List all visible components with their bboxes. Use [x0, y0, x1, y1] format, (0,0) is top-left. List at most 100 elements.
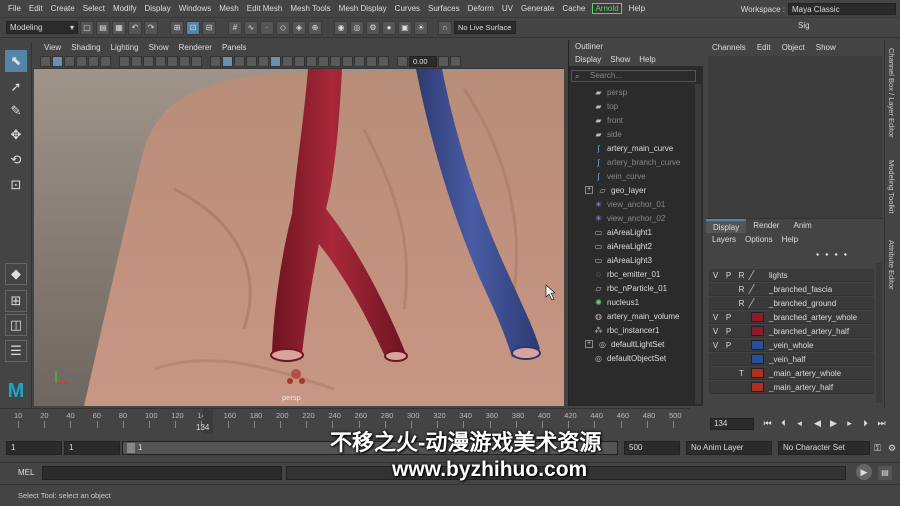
playback-start-field[interactable]: 1 [64, 441, 120, 455]
outliner-scrollbar[interactable] [695, 84, 701, 404]
layer-row[interactable]: V P Rlights [709, 269, 874, 282]
viewport-menu-lighting[interactable]: Lighting [107, 43, 143, 52]
color-management-icon[interactable] [450, 55, 461, 67]
menu-edit[interactable]: Edit [25, 4, 47, 13]
layer-p-toggle[interactable]: P [722, 327, 735, 336]
new-layer-selected-icon[interactable]: ⬩ [844, 249, 847, 260]
layer-color-swatch[interactable] [751, 340, 764, 350]
safe-action-icon[interactable] [179, 55, 190, 67]
step-forward-frame-icon[interactable]: ▸ [844, 417, 855, 430]
two-d-pan-zoom-icon[interactable] [88, 55, 99, 67]
layer-color-swatch[interactable] [748, 298, 767, 308]
textured-icon[interactable] [258, 55, 269, 67]
outliner-menu-help[interactable]: Help [639, 55, 655, 64]
layer-v-toggle[interactable]: V [709, 313, 722, 322]
outliner-item[interactable]: ✳ view_anchor_01 [569, 197, 694, 211]
film-gate-icon[interactable] [131, 55, 142, 67]
layer-v-toggle[interactable]: V [709, 271, 722, 280]
layer-row[interactable]: R _branched_ground [709, 297, 874, 310]
go-to-start-icon[interactable]: ⏮ [762, 417, 773, 430]
menu-deform[interactable]: Deform [464, 4, 498, 13]
x-ray-active-icon[interactable] [366, 55, 377, 67]
menu-create[interactable]: Create [47, 4, 79, 13]
outliner-item[interactable]: ✺ nucleus1 [569, 295, 694, 309]
rotate-tool-icon[interactable]: ⟲ [5, 149, 27, 171]
auto-key-icon[interactable]: ⚿ [874, 443, 881, 454]
layer-color-swatch[interactable] [751, 354, 764, 364]
anim-prefs-icon[interactable]: ⚙ [888, 443, 896, 454]
exposure-field[interactable]: 0.00 [409, 55, 437, 67]
tab-display[interactable]: Display [706, 219, 747, 233]
layer-row[interactable]: V P _branched_artery_half [709, 325, 874, 338]
script-editor-button-icon[interactable]: ▤ [878, 466, 892, 480]
snap-grid-icon[interactable]: # [228, 20, 242, 35]
snap-surface-icon[interactable]: ◈ [292, 20, 306, 35]
resolution-gate-icon[interactable] [143, 55, 154, 67]
channel-box-menu-show[interactable]: Show [816, 43, 836, 52]
undo-icon[interactable]: ↶ [128, 20, 142, 35]
menu-curves[interactable]: Curves [391, 4, 424, 13]
safe-title-icon[interactable] [191, 55, 202, 67]
step-forward-key-icon[interactable]: ⏵ [860, 417, 871, 430]
render-settings-icon[interactable]: ⚙ [366, 20, 380, 35]
viewport-menu-show[interactable]: Show [145, 43, 173, 52]
layer-r-toggle[interactable]: R [735, 299, 748, 308]
layer-p-toggle[interactable]: P [722, 341, 735, 350]
layer-r-toggle[interactable]: R [735, 271, 748, 280]
isolate-select-icon[interactable] [342, 55, 353, 67]
two-view-layout-icon[interactable]: ◫ [5, 314, 27, 336]
wireframe-on-shaded-icon[interactable] [246, 55, 257, 67]
menu-file[interactable]: File [4, 4, 25, 13]
four-view-layout-icon[interactable]: ⊞ [5, 290, 27, 312]
play-forwards-icon[interactable]: ▶ [828, 417, 839, 430]
layer-color-swatch[interactable] [751, 368, 764, 378]
x-ray-icon[interactable] [354, 55, 365, 67]
play-backwards-icon[interactable]: ◀ [812, 417, 823, 430]
layer-row[interactable]: V P _vein_whole [709, 339, 874, 352]
layer-row[interactable]: _vein_half [709, 353, 874, 366]
mel-input[interactable] [42, 466, 282, 480]
outliner-item[interactable]: ∫ vein_curve [569, 169, 694, 183]
snap-view-icon[interactable]: ◇ [276, 20, 290, 35]
layer-menu-layers[interactable]: Layers [712, 235, 736, 244]
layer-p-toggle[interactable]: P [722, 313, 735, 322]
select-camera-icon[interactable] [40, 55, 51, 67]
menu-mesh-tools[interactable]: Mesh Tools [286, 4, 334, 13]
layer-color-swatch[interactable] [751, 312, 764, 322]
layer-v-toggle[interactable]: V [709, 341, 722, 350]
menu-uv[interactable]: UV [498, 4, 517, 13]
gamma-icon[interactable] [438, 55, 449, 67]
menu-edit-mesh[interactable]: Edit Mesh [243, 4, 287, 13]
viewport-menu-renderer[interactable]: Renderer [175, 43, 216, 52]
tab-render[interactable]: Render [746, 219, 786, 233]
outliner-item[interactable]: ∫ artery_main_curve [569, 141, 694, 155]
outliner-item[interactable]: + ▱ geo_layer [569, 183, 694, 197]
channel-box-menu-channels[interactable]: Channels [712, 43, 746, 52]
light-editor-icon[interactable]: ☀ [414, 20, 428, 35]
menu-surfaces[interactable]: Surfaces [424, 4, 464, 13]
motion-blur-icon[interactable] [306, 55, 317, 67]
open-scene-icon[interactable]: ▤ [96, 20, 110, 35]
step-back-frame-icon[interactable]: ◂ [794, 417, 805, 430]
layer-scrollbar[interactable] [876, 263, 882, 403]
tab-channel-box[interactable]: Channel Box / Layer Editor [887, 48, 896, 138]
menu-help[interactable]: Help [625, 4, 649, 13]
layer-menu-help[interactable]: Help [782, 235, 798, 244]
render-setup-icon[interactable]: ▣ [398, 20, 412, 35]
layer-color-swatch[interactable] [748, 270, 767, 280]
paint-select-tool-icon[interactable]: ✎ [5, 100, 27, 122]
move-layer-down-icon[interactable]: ⬩ [825, 249, 828, 260]
outliner-item[interactable]: ▰ front [569, 113, 694, 127]
workspace-dropdown[interactable]: Maya Classic [788, 3, 896, 15]
save-scene-icon[interactable]: ▦ [112, 20, 126, 35]
outliner-item[interactable]: ▰ side [569, 127, 694, 141]
ipr-render-icon[interactable]: ◎ [350, 20, 364, 35]
outliner-menu-show[interactable]: Show [610, 55, 630, 64]
layer-color-swatch[interactable] [751, 382, 764, 392]
outliner-item[interactable]: ▭ aiAreaLight3 [569, 253, 694, 267]
new-layer-icon[interactable]: ⬩ [835, 249, 838, 260]
outliner-item[interactable]: ◎ defaultObjectSet [569, 351, 694, 365]
expand-icon[interactable]: + [585, 340, 593, 348]
render-icon[interactable]: ◉ [334, 20, 348, 35]
depth-of-field-icon[interactable] [330, 55, 341, 67]
